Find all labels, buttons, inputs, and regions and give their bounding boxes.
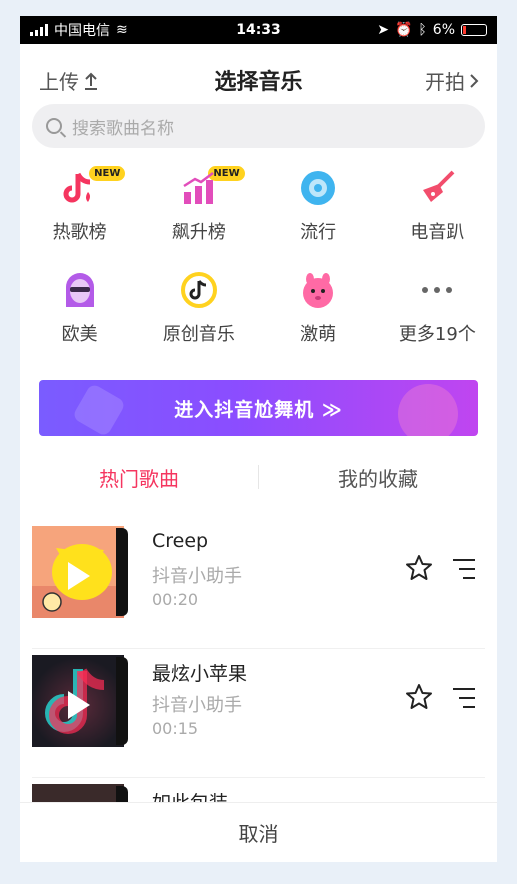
alarm-icon: ⏰ (394, 22, 413, 38)
location-icon: ➤ (377, 22, 389, 38)
clock: 14:33 (236, 22, 281, 38)
category-original[interactable]: 原创音乐 (139, 270, 258, 346)
cute-face-icon (298, 270, 338, 310)
vinyl-disc-icon (116, 528, 128, 616)
dance-machine-banner[interactable]: 进入抖音尬舞机 ≫ (39, 380, 478, 436)
more-dots-icon (417, 270, 457, 310)
category-rising[interactable]: NEW 飙升榜 (139, 166, 258, 244)
banner-decoration (71, 382, 127, 436)
rising-bars-icon (179, 168, 219, 208)
vinyl-disc-icon (116, 657, 128, 745)
shoot-button[interactable]: 开拍 (425, 66, 479, 95)
category-label: 激萌 (300, 324, 337, 345)
tab-hot-songs[interactable]: 热门歌曲 (20, 463, 258, 492)
song-duration: 00:20 (152, 590, 199, 609)
play-icon[interactable] (68, 562, 90, 590)
category-western[interactable]: 欧美 (20, 270, 139, 346)
avatar-icon (60, 270, 100, 310)
category-label: 飙升榜 (171, 222, 226, 243)
category-hot-songs[interactable]: NEW 热歌榜 (20, 166, 139, 244)
star-icon[interactable] (405, 554, 433, 582)
song-artist: 抖音小助手 (152, 566, 242, 587)
tab-favorites[interactable]: 我的收藏 (259, 463, 497, 492)
category-label: 热歌榜 (52, 222, 107, 243)
banner-decoration (398, 384, 458, 436)
category-pop[interactable]: 流行 (259, 168, 378, 244)
disc-icon (298, 168, 338, 208)
star-icon[interactable] (405, 683, 433, 711)
bluetooth-icon: ᛒ (418, 22, 427, 38)
music-note-circle-icon (179, 270, 219, 310)
tiktok-music-icon (60, 168, 100, 208)
album-cover (32, 655, 124, 747)
battery-percent: 6% (432, 22, 455, 38)
list-item[interactable]: 最炫小苹果 抖音小助手 00:15 (32, 649, 485, 778)
menu-lines-icon[interactable] (451, 558, 477, 580)
guitar-icon (417, 168, 457, 208)
signal-icon (30, 24, 48, 36)
song-title: Creep (152, 530, 209, 552)
status-bar: 中国电信 ≋ 14:33 ➤ ⏰ ᛒ 6% (20, 16, 497, 44)
category-cute[interactable]: 激萌 (259, 270, 378, 346)
category-label: 更多19个 (398, 324, 476, 345)
wifi-icon: ≋ (116, 22, 128, 38)
music-picker-sheet: 上传 选择音乐 开拍 搜索歌曲名称 NEW 热歌榜 NEW 飙升榜 流行 电音趴… (20, 44, 497, 862)
album-cover (32, 526, 124, 618)
search-placeholder: 搜索歌曲名称 (72, 118, 174, 139)
search-icon (46, 118, 62, 134)
play-icon[interactable] (68, 691, 90, 719)
list-item[interactable]: Creep 抖音小助手 00:20 (32, 520, 485, 649)
category-label: 流行 (300, 222, 337, 243)
category-label: 原创音乐 (162, 324, 235, 345)
search-input[interactable]: 搜索歌曲名称 (32, 104, 485, 148)
phone-screen: 中国电信 ≋ 14:33 ➤ ⏰ ᛒ 6% 上传 选择音乐 开拍 搜索歌曲名称 … (20, 16, 497, 862)
menu-lines-icon[interactable] (451, 687, 477, 709)
song-tabs: 热门歌曲 我的收藏 (20, 452, 497, 502)
song-artist: 抖音小助手 (152, 695, 242, 716)
category-edm[interactable]: 电音趴 (378, 168, 497, 244)
carrier-label: 中国电信 (54, 23, 110, 39)
banner-label: 进入抖音尬舞机 ≫ (174, 398, 343, 421)
category-label: 电音趴 (410, 222, 465, 243)
category-label: 欧美 (61, 324, 98, 345)
song-duration: 00:15 (152, 719, 199, 738)
category-grid: NEW 热歌榜 NEW 飙升榜 流行 电音趴 欧美 原创音乐 激萌 更多19个 (20, 166, 497, 346)
chevron-right-icon (470, 73, 479, 88)
shoot-label: 开拍 (425, 70, 465, 94)
song-title: 最炫小苹果 (152, 663, 248, 685)
category-more[interactable]: 更多19个 (378, 270, 497, 346)
battery-icon (461, 24, 487, 36)
cancel-button[interactable]: 取消 (20, 802, 497, 862)
